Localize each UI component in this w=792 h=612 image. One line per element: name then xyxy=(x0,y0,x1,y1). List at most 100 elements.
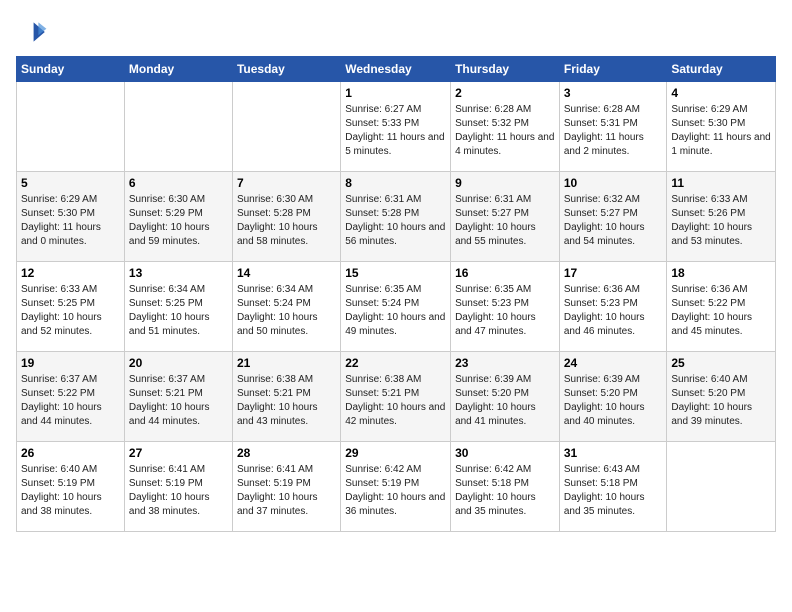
day-info: Sunrise: 6:28 AM Sunset: 5:31 PM Dayligh… xyxy=(564,103,663,159)
day-number: 16 xyxy=(455,266,555,280)
week-row-4: 19 Sunrise: 6:37 AM Sunset: 5:22 PM Dayli… xyxy=(17,352,776,442)
day-info: Sunrise: 6:40 AM Sunset: 5:19 PM Dayligh… xyxy=(21,463,120,519)
day-cell: 26 Sunrise: 6:40 AM Sunset: 5:19 PM Dayli… xyxy=(17,442,125,532)
day-cell: 4 Sunrise: 6:29 AM Sunset: 5:30 PM Daylig… xyxy=(667,82,776,172)
day-cell: 27 Sunrise: 6:41 AM Sunset: 5:19 PM Dayli… xyxy=(124,442,232,532)
day-info: Sunrise: 6:30 AM Sunset: 5:28 PM Dayligh… xyxy=(237,193,336,249)
col-header-saturday: Saturday xyxy=(667,57,776,82)
day-info: Sunrise: 6:39 AM Sunset: 5:20 PM Dayligh… xyxy=(564,373,663,429)
day-cell: 6 Sunrise: 6:30 AM Sunset: 5:29 PM Daylig… xyxy=(124,172,232,262)
day-number: 27 xyxy=(129,446,228,460)
day-number: 7 xyxy=(237,176,336,190)
day-number: 21 xyxy=(237,356,336,370)
day-info: Sunrise: 6:41 AM Sunset: 5:19 PM Dayligh… xyxy=(129,463,228,519)
calendar-header-row: SundayMondayTuesdayWednesdayThursdayFrid… xyxy=(17,57,776,82)
day-number: 13 xyxy=(129,266,228,280)
day-cell: 25 Sunrise: 6:40 AM Sunset: 5:20 PM Dayli… xyxy=(667,352,776,442)
day-info: Sunrise: 6:32 AM Sunset: 5:27 PM Dayligh… xyxy=(564,193,663,249)
day-info: Sunrise: 6:34 AM Sunset: 5:24 PM Dayligh… xyxy=(237,283,336,339)
day-info: Sunrise: 6:35 AM Sunset: 5:24 PM Dayligh… xyxy=(345,283,446,339)
day-info: Sunrise: 6:36 AM Sunset: 5:23 PM Dayligh… xyxy=(564,283,663,339)
col-header-sunday: Sunday xyxy=(17,57,125,82)
day-cell: 29 Sunrise: 6:42 AM Sunset: 5:19 PM Dayli… xyxy=(341,442,451,532)
day-number: 18 xyxy=(671,266,771,280)
day-cell: 19 Sunrise: 6:37 AM Sunset: 5:22 PM Dayli… xyxy=(17,352,125,442)
day-number: 26 xyxy=(21,446,120,460)
day-number: 19 xyxy=(21,356,120,370)
col-header-tuesday: Tuesday xyxy=(232,57,340,82)
day-number: 25 xyxy=(671,356,771,370)
day-number: 9 xyxy=(455,176,555,190)
day-number: 15 xyxy=(345,266,446,280)
day-number: 29 xyxy=(345,446,446,460)
day-number: 31 xyxy=(564,446,663,460)
day-cell: 15 Sunrise: 6:35 AM Sunset: 5:24 PM Dayli… xyxy=(341,262,451,352)
day-cell: 23Sunrise: 6:39 AM Sunset: 5:20 PM Dayli… xyxy=(451,352,560,442)
col-header-wednesday: Wednesday xyxy=(341,57,451,82)
day-cell xyxy=(124,82,232,172)
day-number: 22 xyxy=(345,356,446,370)
calendar-table: SundayMondayTuesdayWednesdayThursdayFrid… xyxy=(16,56,776,532)
day-cell: 17 Sunrise: 6:36 AM Sunset: 5:23 PM Dayli… xyxy=(559,262,667,352)
logo-icon xyxy=(16,16,48,48)
day-cell: 31 Sunrise: 6:43 AM Sunset: 5:18 PM Dayli… xyxy=(559,442,667,532)
day-cell: 3 Sunrise: 6:28 AM Sunset: 5:31 PM Daylig… xyxy=(559,82,667,172)
day-info: Sunrise: 6:31 AM Sunset: 5:28 PM Dayligh… xyxy=(345,193,446,249)
day-info: Sunrise: 6:37 AM Sunset: 5:22 PM Dayligh… xyxy=(21,373,120,429)
day-cell: 30Sunrise: 6:42 AM Sunset: 5:18 PM Dayli… xyxy=(451,442,560,532)
day-cell: 14 Sunrise: 6:34 AM Sunset: 5:24 PM Dayli… xyxy=(232,262,340,352)
day-info: Sunrise: 6:36 AM Sunset: 5:22 PM Dayligh… xyxy=(671,283,771,339)
day-info: Sunrise: 6:33 AM Sunset: 5:25 PM Dayligh… xyxy=(21,283,120,339)
day-cell: 5 Sunrise: 6:29 AM Sunset: 5:30 PM Daylig… xyxy=(17,172,125,262)
col-header-friday: Friday xyxy=(559,57,667,82)
day-info: Sunrise: 6:31 AM Sunset: 5:27 PM Dayligh… xyxy=(455,193,555,249)
day-cell xyxy=(667,442,776,532)
day-info: Sunrise: 6:30 AM Sunset: 5:29 PM Dayligh… xyxy=(129,193,228,249)
day-cell xyxy=(17,82,125,172)
col-header-monday: Monday xyxy=(124,57,232,82)
week-row-5: 26 Sunrise: 6:40 AM Sunset: 5:19 PM Dayli… xyxy=(17,442,776,532)
day-info: Sunrise: 6:43 AM Sunset: 5:18 PM Dayligh… xyxy=(564,463,663,519)
day-number: 6 xyxy=(129,176,228,190)
day-number: 11 xyxy=(671,176,771,190)
day-cell: 22 Sunrise: 6:38 AM Sunset: 5:21 PM Dayli… xyxy=(341,352,451,442)
day-info: Sunrise: 6:34 AM Sunset: 5:25 PM Dayligh… xyxy=(129,283,228,339)
day-info: Sunrise: 6:42 AM Sunset: 5:18 PM Dayligh… xyxy=(455,463,555,519)
day-info: Sunrise: 6:39 AM Sunset: 5:20 PM Dayligh… xyxy=(455,373,555,429)
week-row-2: 5 Sunrise: 6:29 AM Sunset: 5:30 PM Daylig… xyxy=(17,172,776,262)
day-info: Sunrise: 6:38 AM Sunset: 5:21 PM Dayligh… xyxy=(345,373,446,429)
day-cell: 1Sunrise: 6:27 AM Sunset: 5:33 PM Daylig… xyxy=(341,82,451,172)
day-cell: 24 Sunrise: 6:39 AM Sunset: 5:20 PM Dayli… xyxy=(559,352,667,442)
day-info: Sunrise: 6:38 AM Sunset: 5:21 PM Dayligh… xyxy=(237,373,336,429)
day-info: Sunrise: 6:35 AM Sunset: 5:23 PM Dayligh… xyxy=(455,283,555,339)
week-row-1: 1Sunrise: 6:27 AM Sunset: 5:33 PM Daylig… xyxy=(17,82,776,172)
day-number: 20 xyxy=(129,356,228,370)
day-info: Sunrise: 6:40 AM Sunset: 5:20 PM Dayligh… xyxy=(671,373,771,429)
day-number: 17 xyxy=(564,266,663,280)
day-info: Sunrise: 6:42 AM Sunset: 5:19 PM Dayligh… xyxy=(345,463,446,519)
logo xyxy=(16,16,52,48)
day-number: 4 xyxy=(671,86,771,100)
day-cell: 28Sunrise: 6:41 AM Sunset: 5:19 PM Dayli… xyxy=(232,442,340,532)
day-number: 10 xyxy=(564,176,663,190)
day-number: 12 xyxy=(21,266,120,280)
day-cell: 21 Sunrise: 6:38 AM Sunset: 5:21 PM Dayli… xyxy=(232,352,340,442)
day-info: Sunrise: 6:33 AM Sunset: 5:26 PM Dayligh… xyxy=(671,193,771,249)
day-cell: 8Sunrise: 6:31 AM Sunset: 5:28 PM Daylig… xyxy=(341,172,451,262)
day-cell: 2Sunrise: 6:28 AM Sunset: 5:32 PM Daylig… xyxy=(451,82,560,172)
day-cell: 16 Sunrise: 6:35 AM Sunset: 5:23 PM Dayli… xyxy=(451,262,560,352)
page-header xyxy=(16,16,776,48)
day-cell: 18 Sunrise: 6:36 AM Sunset: 5:22 PM Dayli… xyxy=(667,262,776,352)
day-number: 24 xyxy=(564,356,663,370)
day-cell: 9 Sunrise: 6:31 AM Sunset: 5:27 PM Daylig… xyxy=(451,172,560,262)
day-cell: 20Sunrise: 6:37 AM Sunset: 5:21 PM Dayli… xyxy=(124,352,232,442)
day-cell: 7 Sunrise: 6:30 AM Sunset: 5:28 PM Daylig… xyxy=(232,172,340,262)
day-info: Sunrise: 6:28 AM Sunset: 5:32 PM Dayligh… xyxy=(455,103,555,159)
day-number: 5 xyxy=(21,176,120,190)
day-info: Sunrise: 6:29 AM Sunset: 5:30 PM Dayligh… xyxy=(671,103,771,159)
day-info: Sunrise: 6:29 AM Sunset: 5:30 PM Dayligh… xyxy=(21,193,120,249)
day-info: Sunrise: 6:27 AM Sunset: 5:33 PM Dayligh… xyxy=(345,103,446,159)
day-number: 3 xyxy=(564,86,663,100)
day-number: 14 xyxy=(237,266,336,280)
week-row-3: 12 Sunrise: 6:33 AM Sunset: 5:25 PM Dayli… xyxy=(17,262,776,352)
